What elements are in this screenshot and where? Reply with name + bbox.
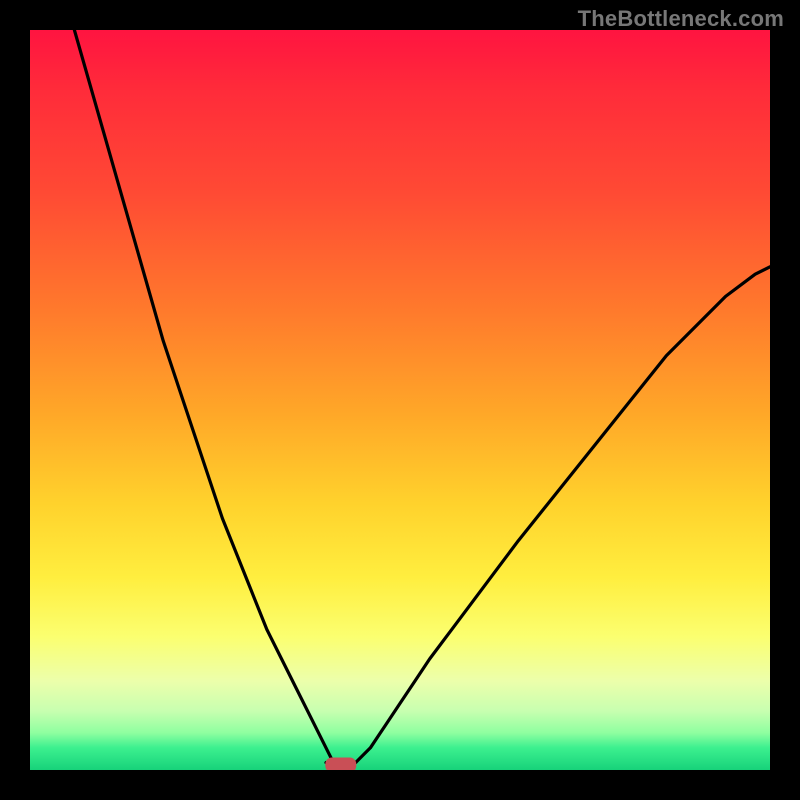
watermark-text: TheBottleneck.com: [578, 6, 784, 32]
chart-frame: TheBottleneck.com: [0, 0, 800, 800]
curve-left-branch: [74, 30, 333, 763]
plot-svg: [30, 30, 770, 770]
optimum-marker: [326, 758, 356, 770]
plot-area: [30, 30, 770, 770]
curve-right-branch: [356, 267, 770, 763]
